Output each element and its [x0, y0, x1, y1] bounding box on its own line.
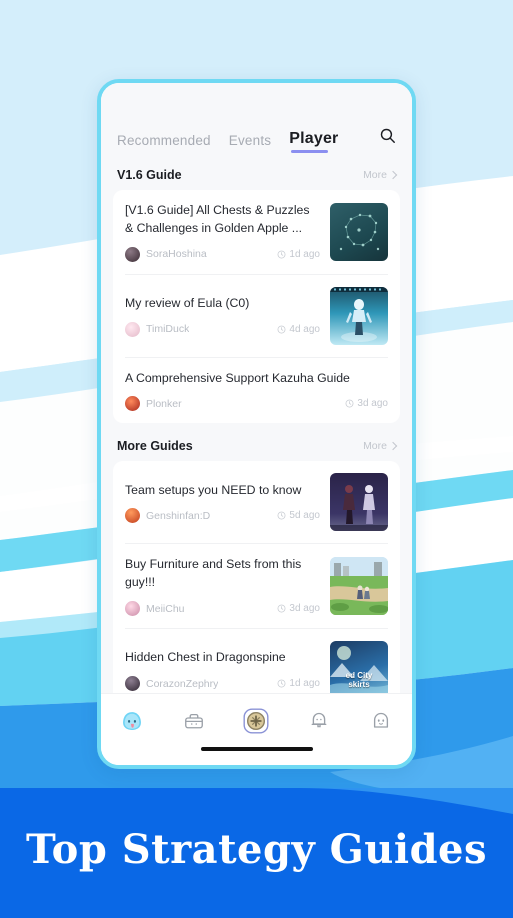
tab-player[interactable]: Player — [289, 130, 339, 153]
nav-item-home[interactable] — [111, 704, 153, 738]
home-indicator-area — [101, 747, 412, 765]
search-button[interactable] — [379, 127, 396, 152]
list-item-time: 1d ago — [277, 249, 320, 260]
section-more-button[interactable]: More — [363, 440, 398, 453]
list-item[interactable]: Team setups you NEED to know Genshinfan:… — [125, 461, 388, 543]
list-item-title: My review of Eula (C0) — [125, 295, 250, 310]
thumbnail-caption: ed City skirts — [345, 671, 373, 690]
list-item[interactable]: Hidden Chest in Dragonspine CorazonZephr… — [125, 628, 388, 693]
list-item-time: 1d ago — [277, 678, 320, 689]
list-item[interactable]: Buy Furniture and Sets from this guy!!! … — [125, 543, 388, 628]
content-scroll-area[interactable]: V1.6 Guide More [V1.6 Guide] All Chests … — [101, 160, 412, 693]
list-item-meta: Plonker 3d ago — [125, 396, 388, 412]
list-item-time-label: 4d ago — [289, 323, 320, 335]
bell-icon — [311, 712, 327, 727]
list-item-author: TimiDuck — [146, 323, 190, 336]
section-more-button[interactable]: More — [363, 169, 398, 181]
list-item-time: 4d ago — [277, 324, 320, 335]
list-item-time-label: 1d ago — [289, 678, 320, 690]
character-thumbnail-art — [330, 286, 388, 342]
list-item-time-label: 1d ago — [289, 248, 320, 260]
clock-icon — [277, 250, 286, 259]
list-item-time-label: 5d ago — [289, 510, 320, 522]
list-item[interactable]: [V1.6 Guide] All Chests & Puzzles & Chal… — [125, 190, 388, 274]
list-item-author: Plonker — [146, 397, 182, 410]
list-item-meta: SoraHoshina 1d ago — [125, 246, 320, 262]
list-item-time: 3d ago — [277, 603, 320, 614]
section-header-v16-guide: V1.6 Guide More — [113, 160, 400, 190]
list-item-title: Team setups you NEED to know — [125, 482, 302, 497]
list-item-thumbnail[interactable] — [330, 473, 388, 532]
top-tab-bar: Recommended Events Player — [101, 83, 412, 160]
list-item-thumbnail[interactable]: ed City skirts — [330, 641, 388, 693]
list-item-meta: CorazonZephry 1d ago — [125, 676, 320, 692]
map-thumbnail-art — [339, 213, 380, 251]
team-thumbnail-art — [330, 485, 388, 532]
list-item-time: 5d ago — [277, 510, 320, 521]
nav-item-add[interactable] — [235, 704, 277, 738]
clock-icon — [345, 400, 354, 408]
avatar — [125, 508, 140, 524]
list-item-title: Hidden Chest in Dragonspine — [125, 650, 286, 665]
list-item-thumbnail[interactable] — [330, 286, 388, 345]
list-item-time: 3d ago — [345, 398, 388, 409]
home-indicator-bar[interactable] — [200, 747, 313, 751]
list-item-author: CorazonZephry — [146, 677, 219, 690]
bottom-navigation-bar — [101, 693, 412, 747]
tab-events-label: Events — [228, 133, 272, 148]
list-item-title: [V1.6 Guide] All Chests & Puzzles & Chal… — [125, 203, 310, 235]
toolbox-icon — [185, 713, 204, 728]
list-item-meta: Genshinfan:D 5d ago — [125, 508, 320, 524]
avatar — [125, 396, 140, 412]
section-more-label: More — [363, 169, 387, 181]
chevron-right-icon — [388, 170, 398, 180]
scenery-thumbnail-art — [330, 557, 388, 616]
nav-item-toolbox[interactable] — [173, 704, 215, 738]
add-star-button-icon — [243, 707, 269, 734]
avatar — [125, 676, 140, 692]
list-item-meta: TimiDuck 4d ago — [125, 321, 320, 337]
avatar — [125, 601, 140, 617]
list-item-title: Buy Furniture and Sets from this guy!!! — [125, 557, 302, 590]
section-header-more-guides: More Guides More — [113, 423, 400, 461]
clock-icon — [277, 604, 286, 613]
list-item-author: Genshinfan:D — [146, 509, 211, 522]
tab-recommended-label: Recommended — [117, 133, 211, 148]
more-guides-list-card: Team setups you NEED to know Genshinfan:… — [113, 461, 400, 693]
list-item[interactable]: A Comprehensive Support Kazuha Guide Plo… — [125, 356, 388, 424]
app-screen: Recommended Events Player V1.6 Guide Mor… — [101, 83, 412, 765]
section-title: More Guides — [117, 439, 193, 454]
ghost-profile-icon — [373, 712, 388, 728]
list-item-author: MeiiChu — [146, 602, 185, 615]
guide-list-card: [V1.6 Guide] All Chests & Puzzles & Chal… — [113, 190, 400, 424]
clock-icon — [277, 325, 286, 333]
section-more-label: More — [363, 440, 387, 453]
avatar — [125, 321, 140, 337]
banner-headline: Top Strategy Guides — [25, 826, 488, 873]
phone-frame: Recommended Events Player V1.6 Guide Mor… — [97, 79, 416, 769]
clock-icon — [277, 679, 286, 688]
active-tab-underline — [291, 150, 329, 153]
section-title: V1.6 Guide — [117, 168, 182, 182]
list-item-thumbnail[interactable] — [330, 202, 388, 261]
list-item-time-label: 3d ago — [289, 603, 320, 615]
promo-banner: Top Strategy Guides — [0, 788, 513, 918]
list-item-time-label: 3d ago — [357, 398, 388, 410]
search-icon — [380, 128, 395, 143]
list-item-meta: MeiiChu 3d ago — [125, 601, 320, 617]
list-item[interactable]: My review of Eula (C0) TimiDuck 4d ago — [125, 273, 388, 357]
tab-player-label: Player — [289, 130, 339, 147]
list-item-author: SoraHoshina — [146, 248, 207, 261]
tab-events[interactable]: Events — [229, 133, 271, 152]
list-item-thumbnail[interactable] — [330, 557, 388, 616]
nav-item-notifications[interactable] — [298, 704, 340, 738]
tab-recommended[interactable]: Recommended — [117, 133, 211, 152]
slime-home-icon — [123, 711, 142, 730]
avatar — [125, 246, 140, 262]
list-item-title: A Comprehensive Support Kazuha Guide — [125, 370, 350, 385]
chevron-right-icon — [388, 442, 398, 451]
clock-icon — [277, 511, 286, 520]
nav-item-profile[interactable] — [360, 704, 402, 738]
